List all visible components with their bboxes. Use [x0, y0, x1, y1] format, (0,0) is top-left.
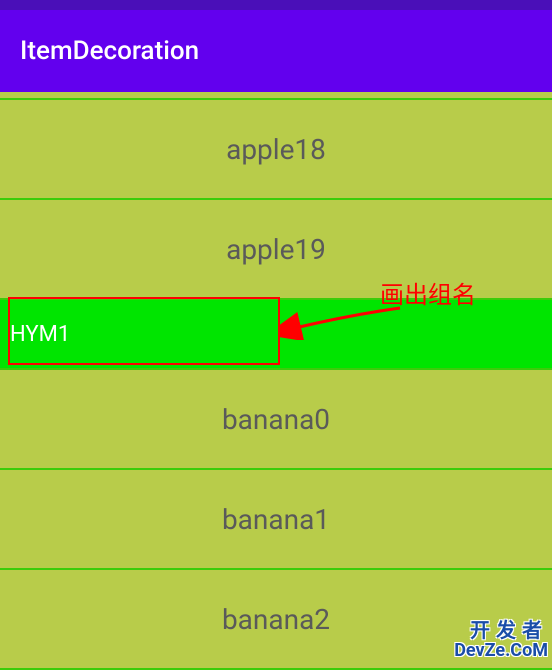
list-item-label: apple18	[226, 133, 326, 166]
list-item[interactable]: banana2	[0, 570, 552, 670]
app-bar: ItemDecoration	[0, 10, 552, 92]
list-item[interactable]: banana1	[0, 470, 552, 570]
list-item[interactable]: apple19	[0, 200, 552, 300]
status-bar	[0, 0, 552, 10]
list-item-label: banana0	[222, 403, 330, 436]
list-item[interactable]: apple18	[0, 100, 552, 200]
list-item-label: banana2	[222, 603, 330, 636]
list-item-label: banana1	[222, 503, 330, 536]
list-top-gap	[0, 92, 552, 100]
list-container[interactable]: apple18 apple19 HYM1 banana0 banana1 ban…	[0, 92, 552, 670]
app-bar-title: ItemDecoration	[20, 36, 199, 66]
group-header-label: HYM1	[10, 322, 70, 347]
group-header: HYM1	[0, 300, 552, 370]
list-item[interactable]: banana0	[0, 370, 552, 470]
list-item-label: apple19	[226, 233, 326, 266]
